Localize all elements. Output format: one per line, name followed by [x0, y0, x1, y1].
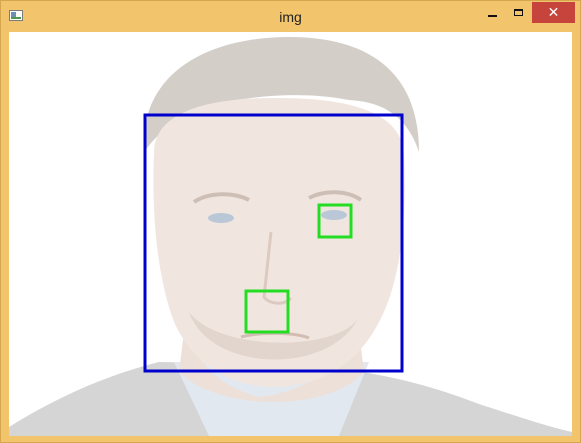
close-button[interactable]: ✕	[532, 2, 575, 23]
app-window: img ✕	[0, 0, 581, 443]
image-canvas	[9, 32, 572, 436]
maximize-icon	[514, 9, 523, 16]
detection-image	[9, 37, 572, 436]
portrait-photo	[9, 37, 572, 436]
close-icon: ✕	[547, 4, 560, 20]
minimize-icon	[487, 14, 497, 17]
right-eye-shape	[321, 210, 347, 220]
title-bar[interactable]: img ✕	[1, 1, 580, 32]
maximize-button[interactable]	[505, 2, 532, 23]
left-eye-shape	[208, 213, 234, 223]
minimize-button[interactable]	[479, 2, 505, 23]
